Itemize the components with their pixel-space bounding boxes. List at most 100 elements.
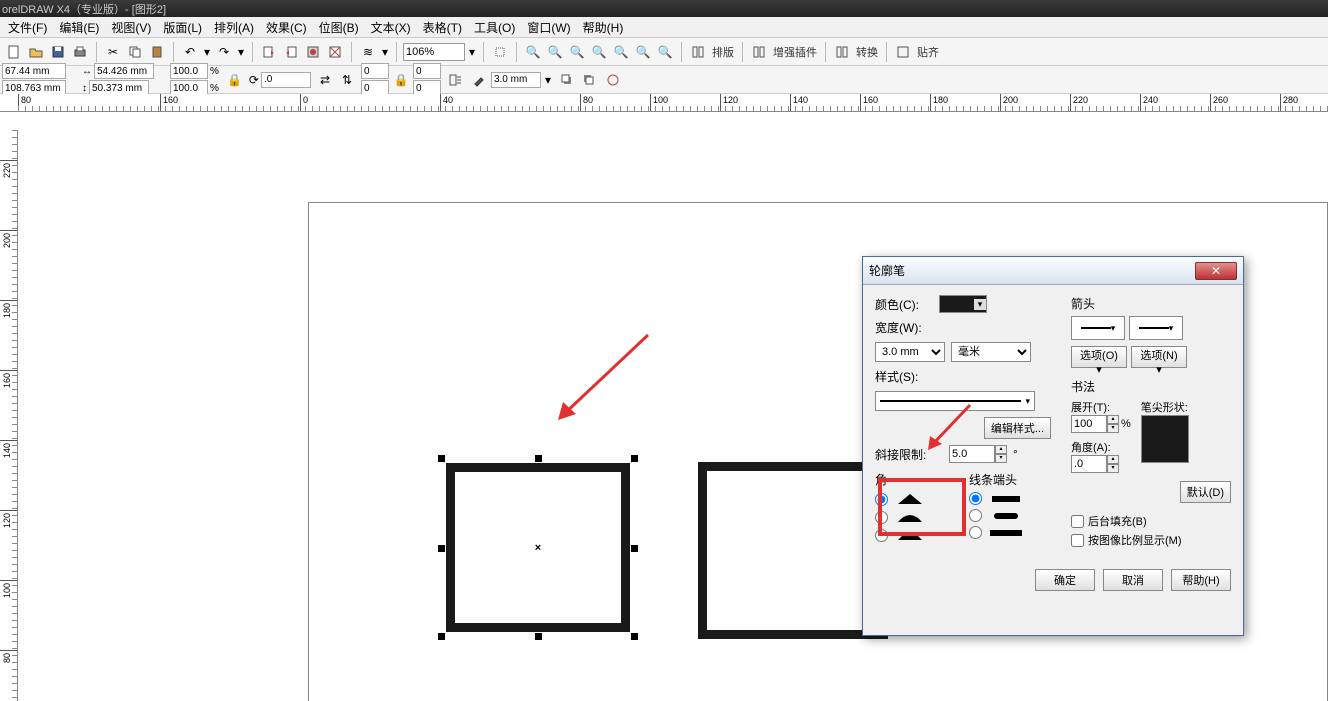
zoom-width-button[interactable]: 🔍 bbox=[655, 42, 675, 62]
zoom-selection-button[interactable]: 🔍 bbox=[611, 42, 631, 62]
corner-lock-button[interactable]: 🔒 bbox=[391, 70, 411, 90]
arrow-end-select[interactable]: ▾ bbox=[1129, 316, 1183, 340]
menu-table[interactable]: 表格(T) bbox=[417, 17, 468, 38]
open-button[interactable] bbox=[26, 42, 46, 62]
undo-button[interactable]: ↶ bbox=[180, 42, 200, 62]
app-launcher-button[interactable] bbox=[303, 42, 323, 62]
options-n-button[interactable]: 选项(N) ▾ bbox=[1131, 346, 1187, 368]
scale-x-input[interactable] bbox=[170, 63, 208, 79]
corner-tl-input[interactable] bbox=[361, 63, 389, 79]
handle-top-right[interactable] bbox=[631, 455, 638, 462]
width-input[interactable] bbox=[94, 63, 154, 79]
width-select[interactable]: 3.0 mm bbox=[875, 342, 945, 362]
undo-dropdown[interactable]: ▾ bbox=[202, 42, 212, 62]
to-front-button[interactable] bbox=[557, 70, 577, 90]
zoom-dropdown[interactable]: ▾ bbox=[467, 42, 477, 62]
handle-bot-mid[interactable] bbox=[535, 633, 542, 640]
welcome-button[interactable] bbox=[325, 42, 345, 62]
layout-label[interactable]: 排版 bbox=[710, 44, 736, 60]
zoom-fit-button[interactable]: 🔍 bbox=[567, 42, 587, 62]
menu-tools[interactable]: 工具(O) bbox=[468, 17, 521, 38]
menu-view[interactable]: 视图(V) bbox=[105, 17, 157, 38]
zoom-input[interactable] bbox=[403, 43, 465, 61]
rectangle-2[interactable] bbox=[698, 462, 888, 639]
corner-tr-input[interactable] bbox=[413, 63, 441, 79]
mirror-v-button[interactable]: ⇅ bbox=[337, 70, 357, 90]
zoom-out-button[interactable]: 🔍 bbox=[545, 42, 565, 62]
paste-button[interactable] bbox=[147, 42, 167, 62]
zoom-page-button[interactable]: 🔍 bbox=[589, 42, 609, 62]
plugin-icon[interactable] bbox=[749, 42, 769, 62]
outline-dropdown[interactable]: ▾ bbox=[543, 70, 553, 90]
unit-select[interactable]: 毫米 bbox=[951, 342, 1031, 362]
zoom-levels-button[interactable]: ≋ bbox=[358, 42, 378, 62]
miter-label: 斜接限制: bbox=[875, 446, 943, 463]
menu-edit[interactable]: 编辑(E) bbox=[53, 17, 105, 38]
dialog-titlebar[interactable]: 轮廓笔 ✕ bbox=[863, 257, 1243, 285]
dialog-title-text: 轮廓笔 bbox=[869, 262, 905, 279]
zoom-all-button[interactable]: 🔍 bbox=[633, 42, 653, 62]
handle-mid-right[interactable] bbox=[631, 545, 638, 552]
pos-x-input[interactable] bbox=[2, 63, 66, 79]
title-bar: orelDRAW X4（专业版）- [图形2] bbox=[0, 0, 1328, 17]
handle-bot-right[interactable] bbox=[631, 633, 638, 640]
menu-layout[interactable]: 版面(L) bbox=[157, 17, 208, 38]
handle-top-mid[interactable] bbox=[535, 455, 542, 462]
style-select[interactable]: ▾ bbox=[875, 391, 1035, 411]
selected-rectangle[interactable]: × bbox=[438, 455, 638, 640]
lock-ratio-button[interactable]: 🔒 bbox=[225, 70, 245, 90]
convert-icon[interactable] bbox=[832, 42, 852, 62]
handle-mid-left[interactable] bbox=[438, 545, 445, 552]
cap-round-radio[interactable] bbox=[969, 509, 982, 522]
ok-button[interactable]: 确定 bbox=[1035, 569, 1095, 591]
close-button[interactable]: ✕ bbox=[1195, 262, 1237, 280]
handle-top-left[interactable] bbox=[438, 455, 445, 462]
angle-spinner[interactable]: ▴▾ bbox=[1071, 455, 1119, 473]
wrap-text-button[interactable] bbox=[445, 70, 465, 90]
options-o-button[interactable]: 选项(O) ▾ bbox=[1071, 346, 1127, 368]
plugin-label[interactable]: 增强插件 bbox=[771, 44, 819, 60]
import-button[interactable] bbox=[259, 42, 279, 62]
cancel-button[interactable]: 取消 bbox=[1103, 569, 1163, 591]
default-button[interactable]: 默认(D) bbox=[1180, 481, 1231, 503]
color-picker[interactable]: ▾ bbox=[939, 295, 987, 313]
miter-spinner[interactable]: ▴▾ bbox=[949, 445, 1007, 463]
zoom-levels-dropdown[interactable]: ▾ bbox=[380, 42, 390, 62]
layout-icon[interactable] bbox=[688, 42, 708, 62]
new-button[interactable] bbox=[4, 42, 24, 62]
stretch-spinner[interactable]: ▴▾ bbox=[1071, 415, 1119, 433]
zoom-in-button[interactable]: 🔍 bbox=[523, 42, 543, 62]
menu-arrange[interactable]: 排列(A) bbox=[208, 17, 260, 38]
handle-bot-left[interactable] bbox=[438, 633, 445, 640]
rotation-input[interactable] bbox=[261, 72, 311, 88]
cap-flat-radio[interactable] bbox=[969, 492, 982, 505]
convert-curves-button[interactable] bbox=[603, 70, 623, 90]
snap-icon[interactable] bbox=[893, 42, 913, 62]
export-button[interactable] bbox=[281, 42, 301, 62]
menu-text[interactable]: 文本(X) bbox=[365, 17, 417, 38]
save-button[interactable] bbox=[48, 42, 68, 62]
menu-effects[interactable]: 效果(C) bbox=[260, 17, 313, 38]
redo-dropdown[interactable]: ▾ bbox=[236, 42, 246, 62]
snap-toggle[interactable] bbox=[490, 42, 510, 62]
menu-help[interactable]: 帮助(H) bbox=[577, 17, 630, 38]
cap-square-radio[interactable] bbox=[969, 526, 982, 539]
print-button[interactable] bbox=[70, 42, 90, 62]
convert-label[interactable]: 转换 bbox=[854, 44, 880, 60]
edit-style-button[interactable]: 编辑样式... bbox=[984, 417, 1051, 439]
app-title: orelDRAW X4（专业版）- [图形2] bbox=[2, 1, 166, 17]
cut-button[interactable]: ✂ bbox=[103, 42, 123, 62]
scale-checkbox[interactable] bbox=[1071, 534, 1084, 547]
to-back-button[interactable] bbox=[579, 70, 599, 90]
menu-file[interactable]: 文件(F) bbox=[2, 17, 53, 38]
snap-label[interactable]: 贴齐 bbox=[915, 44, 941, 60]
menu-bitmaps[interactable]: 位图(B) bbox=[313, 17, 365, 38]
copy-button[interactable] bbox=[125, 42, 145, 62]
redo-button[interactable]: ↷ bbox=[214, 42, 234, 62]
outline-width-input[interactable] bbox=[491, 72, 541, 88]
arrow-start-select[interactable]: ▾ bbox=[1071, 316, 1125, 340]
help-button[interactable]: 帮助(H) bbox=[1171, 569, 1231, 591]
mirror-h-button[interactable]: ⇄ bbox=[315, 70, 335, 90]
menu-window[interactable]: 窗口(W) bbox=[521, 17, 576, 38]
bg-fill-checkbox[interactable] bbox=[1071, 515, 1084, 528]
